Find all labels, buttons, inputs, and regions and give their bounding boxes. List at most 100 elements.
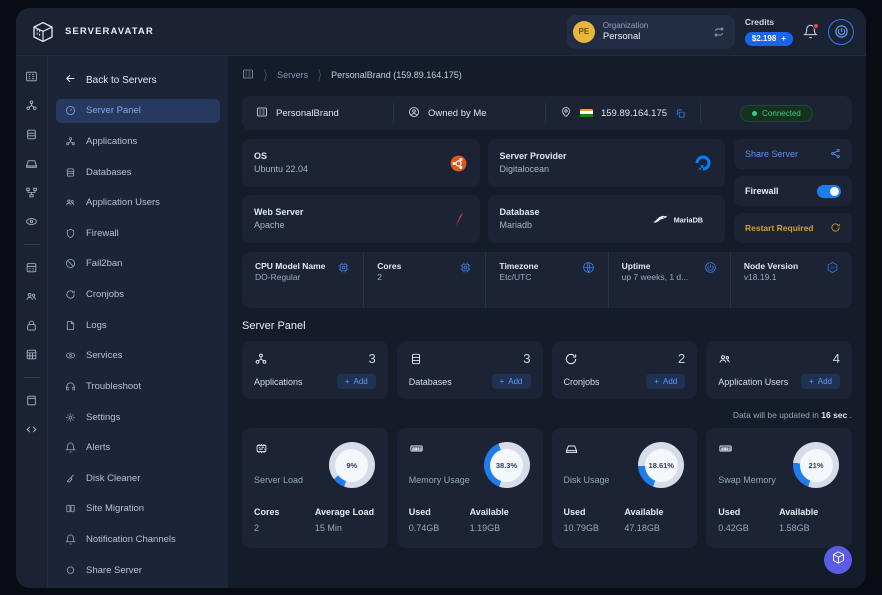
organization-text: Organization Personal — [603, 21, 648, 42]
sidebar-item-logs[interactable]: Logs — [56, 313, 220, 337]
server-owner: Owned by Me — [427, 107, 487, 119]
info-card-os: OS Ubuntu 22.04 — [242, 139, 480, 187]
rail-disk-icon[interactable] — [25, 157, 38, 170]
breadcrumb-item-current: PersonalBrand (159.89.164.175) — [331, 70, 462, 80]
spec-label: Cores — [377, 261, 402, 271]
organization-value: Personal — [602, 30, 641, 42]
sidebar-item-label: Site Migration — [86, 503, 145, 515]
metric-name: Server Load — [254, 475, 304, 485]
memory-icon — [718, 441, 733, 456]
app-header: SERVERAVATAR PE Organization Personal Cr… — [16, 8, 866, 56]
info-card-label: Database — [499, 206, 540, 217]
sidebar-item-settings[interactable]: Settings — [56, 405, 220, 429]
add-application-user-button[interactable]: + Add — [801, 374, 840, 389]
count-value: 3 — [368, 351, 376, 366]
applications-icon — [254, 352, 268, 366]
swap-icon[interactable] — [713, 26, 725, 38]
info-card-value: Digitalocean — [499, 164, 550, 174]
restart-required-button[interactable]: Restart Required — [734, 213, 852, 243]
rail-services-icon[interactable] — [25, 215, 38, 228]
sidebar-item-cronjobs[interactable]: Cronjobs — [56, 283, 220, 307]
info-row-1: OS Ubuntu 22.04 Server Provider Digitalo… — [242, 139, 725, 187]
rail-book-icon[interactable] — [25, 394, 38, 407]
breadcrumb-item-servers[interactable]: Servers — [277, 70, 308, 80]
spec-text: Uptime up 7 weeks, 1 d... — [622, 261, 689, 284]
spec-value: v18.19.1 — [743, 272, 777, 283]
share-icon — [65, 565, 76, 576]
info-card-database: Database Mariadb MariaDB — [487, 195, 725, 243]
spec-value: up 7 weeks, 1 d... — [621, 272, 689, 283]
rail-databases-icon[interactable] — [25, 128, 38, 141]
sidebar-item-application-users[interactable]: Application Users — [56, 191, 220, 215]
sidebar-item-alerts[interactable]: Alerts — [56, 436, 220, 460]
count-card-applications[interactable]: 3 Applications + Add — [242, 341, 388, 399]
organization-selector[interactable]: PE Organization Personal — [566, 14, 735, 49]
main-content: ⟩ Servers ⟩ PersonalBrand (159.89.164.17… — [228, 56, 866, 588]
server-ip: 159.89.164.175 — [600, 107, 668, 119]
add-cronjob-button[interactable]: + Add — [646, 374, 686, 389]
help-fab-button[interactable] — [824, 546, 852, 574]
count-card-application-users[interactable]: 4 Application Users + Add — [706, 341, 852, 399]
sidebar-item-fail2ban[interactable]: Fail2ban — [56, 252, 220, 276]
spec-timezone: Timezone Etc/UTC — [486, 252, 609, 308]
sidebar: Back to Servers Server Panel Application… — [48, 56, 228, 588]
sidebar-item-share-server[interactable]: Share Server — [56, 558, 220, 582]
server-ip-cell: 159.89.164.175 — [546, 103, 702, 123]
rail-divider — [23, 244, 40, 245]
gauge-value: 21% — [808, 460, 824, 470]
rail-lock-icon[interactable] — [25, 319, 38, 332]
sidebar-item-notification-channels[interactable]: Notification Channels — [56, 528, 220, 552]
count-card-bottom: Databases + Add — [409, 374, 531, 389]
sidebar-item-troubleshoot[interactable]: Troubleshoot — [56, 375, 220, 399]
rail-servers-icon[interactable] — [25, 70, 38, 83]
spec-text: Node Version v18.19.1 — [744, 261, 798, 284]
count-value: 3 — [523, 351, 531, 366]
count-card-top: 3 — [254, 351, 376, 366]
credits-pill[interactable]: $2.198 + — [744, 32, 793, 46]
metric-col-2: Average Load 15 Min — [315, 504, 376, 536]
share-icon — [830, 148, 841, 161]
sidebar-item-services[interactable]: Services — [56, 344, 220, 368]
count-card-databases[interactable]: 3 Databases + Add — [396, 341, 543, 399]
sidebar-item-applications[interactable]: Applications — [56, 130, 220, 154]
bell-icon[interactable] — [803, 23, 819, 39]
rail-users-icon[interactable] — [25, 290, 38, 303]
apache-logo-icon — [450, 210, 468, 228]
rail-applications-icon[interactable] — [25, 99, 38, 112]
sidebar-item-databases[interactable]: Databases — [56, 160, 220, 184]
copy-icon[interactable] — [675, 108, 686, 119]
credits-amount: $2.198 — [751, 34, 777, 43]
brand[interactable]: SERVERAVATAR — [30, 19, 154, 45]
ban-icon — [65, 258, 76, 269]
sidebar-item-site-migration[interactable]: Site Migration — [56, 497, 220, 521]
info-card-text: Database Mariadb — [500, 206, 540, 232]
header-actions: PE Organization Personal Credits $2.198 … — [566, 14, 854, 49]
rail-network-icon[interactable] — [25, 186, 38, 199]
rail-grid-icon[interactable] — [25, 348, 38, 361]
firewall-toggle[interactable] — [817, 184, 841, 198]
sidebar-item-disk-cleaner[interactable]: Disk Cleaner — [56, 467, 220, 491]
count-label: Application Users — [718, 376, 789, 387]
firewall-toggle-row[interactable]: Firewall — [734, 176, 852, 206]
metric-col-2: Available 1.58GB — [779, 504, 840, 536]
breadcrumb-home-icon[interactable] — [242, 68, 254, 82]
server-info-region: OS Ubuntu 22.04 Server Provider Digitalo… — [242, 139, 852, 243]
rail-code-icon[interactable] — [25, 423, 38, 436]
sidebar-item-firewall[interactable]: Firewall — [56, 222, 220, 246]
rail-calendar-icon[interactable] — [25, 261, 38, 274]
add-application-button[interactable]: + Add — [336, 374, 376, 389]
count-label: Databases — [408, 376, 452, 387]
power-icon[interactable] — [828, 18, 854, 45]
app-window: SERVERAVATAR PE Organization Personal Cr… — [16, 8, 866, 588]
back-to-servers-button[interactable]: Back to Servers — [56, 66, 220, 98]
credits-widget[interactable]: Credits $2.198 + — [744, 17, 793, 46]
add-database-button[interactable]: + Add — [491, 374, 531, 389]
count-card-cronjobs[interactable]: 2 Cronjobs + Add — [551, 341, 698, 399]
metric-card-disk-usage: Disk Usage 18.61% Used 10.79GB Available… — [551, 428, 698, 548]
server-name-cell[interactable]: PersonalBrand — [242, 103, 394, 123]
refresh-icon — [65, 289, 76, 300]
metric-gauge: 9% — [328, 442, 375, 488]
sidebar-item-server-panel[interactable]: Server Panel — [56, 99, 220, 123]
share-server-button[interactable]: Share Server — [734, 139, 852, 169]
count-label: Cronjobs — [563, 376, 600, 387]
